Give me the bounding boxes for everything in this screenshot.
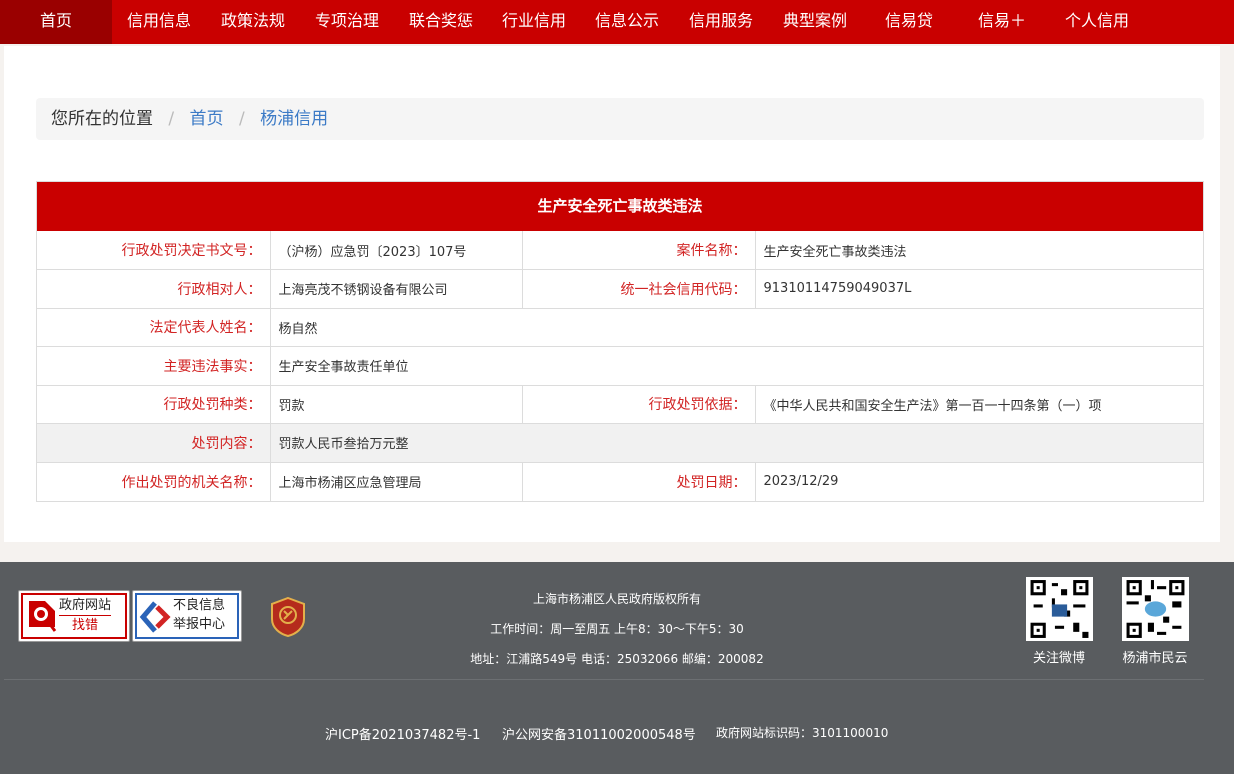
nav-item-home[interactable]: 首页 — [0, 0, 112, 44]
facts-label: 主要违法事实： — [37, 346, 271, 386]
detail-title: 生产安全死亡事故类违法 — [37, 182, 1203, 231]
breadcrumb-prefix: 您所在的位置 — [51, 109, 153, 129]
content-panel-edge — [1204, 62, 1220, 520]
party-value: 上海亮茂不锈钢设备有限公司 — [269, 269, 523, 309]
legal-rep-label: 法定代表人姓名： — [37, 307, 271, 347]
citizen-cloud-qr-label: 杨浦市民云 — [1122, 651, 1188, 666]
nav-item-typical-cases[interactable]: 典型案例 — [768, 0, 862, 44]
doc-no-value: （沪杨）应急罚〔2023〕107号 — [269, 231, 523, 270]
content-label: 处罚内容： — [37, 423, 271, 463]
weibo-qr-label: 关注微博 — [1032, 651, 1085, 666]
nav-item-policy[interactable]: 政策法规 — [206, 0, 300, 44]
breadcrumb-separator: / — [168, 109, 175, 129]
table-row: 法定代表人姓名： 杨自然 — [37, 307, 1203, 347]
icp-record-link[interactable]: 沪ICP备2021037482号-1 — [325, 724, 480, 743]
detail-table: 行政处罚决定书文号： （沪杨）应急罚〔2023〕107号 案件名称： 生产安全死… — [37, 231, 1203, 501]
facts-value: 生产安全事故责任单位 — [269, 346, 1203, 386]
penalty-type-value: 罚款 — [269, 384, 523, 424]
legal-rep-value: 杨自然 — [269, 307, 1203, 347]
table-row: 行政处罚种类： 罚款 行政处罚依据： 《中华人民共和国安全生产法》第一百一十四条… — [37, 384, 1203, 424]
penalty-type-label: 行政处罚种类： — [37, 384, 271, 424]
nav-item-special-governance[interactable]: 专项治理 — [300, 0, 394, 44]
breadcrumb-separator: / — [238, 109, 245, 129]
date-label: 处罚日期： — [521, 461, 756, 501]
nav-item-public-info[interactable]: 信息公示 — [580, 0, 674, 44]
credit-code-value: 91310114759049037L — [754, 269, 1203, 309]
nav-item-personal-credit[interactable]: 个人信用 — [1048, 0, 1146, 44]
nav-item-rewards-penalties[interactable]: 联合奖惩 — [394, 0, 488, 44]
table-row: 作出处罚的机关名称： 上海市杨浦区应急管理局 处罚日期： 2023/12/29 — [37, 461, 1203, 501]
nav-item-credit-info[interactable]: 信用信息 — [112, 0, 206, 44]
basis-value: 《中华人民共和国安全生产法》第一百一十四条第（一）项 — [754, 384, 1203, 424]
footer-divider — [4, 679, 1204, 680]
content-value: 罚款人民币叁拾万元整 — [269, 423, 1203, 463]
breadcrumb: 您所在的位置 / 首页 / 杨浦信用 — [36, 98, 1204, 140]
case-name-label: 案件名称： — [521, 231, 756, 270]
nav-item-xinyidai[interactable]: 信易贷 — [862, 0, 956, 44]
nav-item-credit-service[interactable]: 信用服务 — [674, 0, 768, 44]
authority-value: 上海市杨浦区应急管理局 — [269, 461, 523, 501]
table-row: 处罚内容： 罚款人民币叁拾万元整 — [37, 423, 1203, 463]
basis-label: 行政处罚依据： — [521, 384, 756, 424]
authority-label: 作出处罚的机关名称： — [37, 461, 271, 501]
site-identifier: 政府网站标识码：3101100010 — [716, 726, 889, 740]
breadcrumb-home-link[interactable]: 首页 — [190, 109, 224, 129]
case-name-value: 生产安全死亡事故类违法 — [754, 231, 1203, 270]
party-label: 行政相对人： — [37, 269, 271, 309]
table-row: 主要违法事实： 生产安全事故责任单位 — [37, 346, 1203, 386]
penalty-detail: 生产安全死亡事故类违法 行政处罚决定书文号： （沪杨）应急罚〔2023〕107号… — [36, 181, 1204, 502]
table-row: 行政处罚决定书文号： （沪杨）应急罚〔2023〕107号 案件名称： 生产安全死… — [37, 231, 1203, 270]
citizen-cloud-qr-code — [1122, 577, 1189, 641]
police-record-link[interactable]: 沪公网安备31011002000548号 — [502, 724, 696, 743]
date-value: 2023/12/29 — [754, 461, 1203, 501]
breadcrumb-current-link[interactable]: 杨浦信用 — [260, 109, 328, 129]
credit-code-label: 统一社会信用代码： — [521, 269, 756, 309]
top-nav: 首页 信用信息 政策法规 专项治理 联合奖惩 行业信用 信息公示 信用服务 典型… — [0, 0, 1234, 44]
nav-item-industry-credit[interactable]: 行业信用 — [488, 0, 580, 44]
nav-item-xinyi-plus[interactable]: 信易＋ — [956, 0, 1048, 44]
footer: 政府网站 找错 不良信息 举报中心 上海市杨浦区人民政府版权所有 工作时间：周一… — [0, 562, 1234, 774]
weibo-qr-code — [1026, 577, 1093, 641]
doc-no-label: 行政处罚决定书文号： — [37, 231, 271, 270]
table-row: 行政相对人： 上海亮茂不锈钢设备有限公司 统一社会信用代码： 913101147… — [37, 269, 1203, 309]
